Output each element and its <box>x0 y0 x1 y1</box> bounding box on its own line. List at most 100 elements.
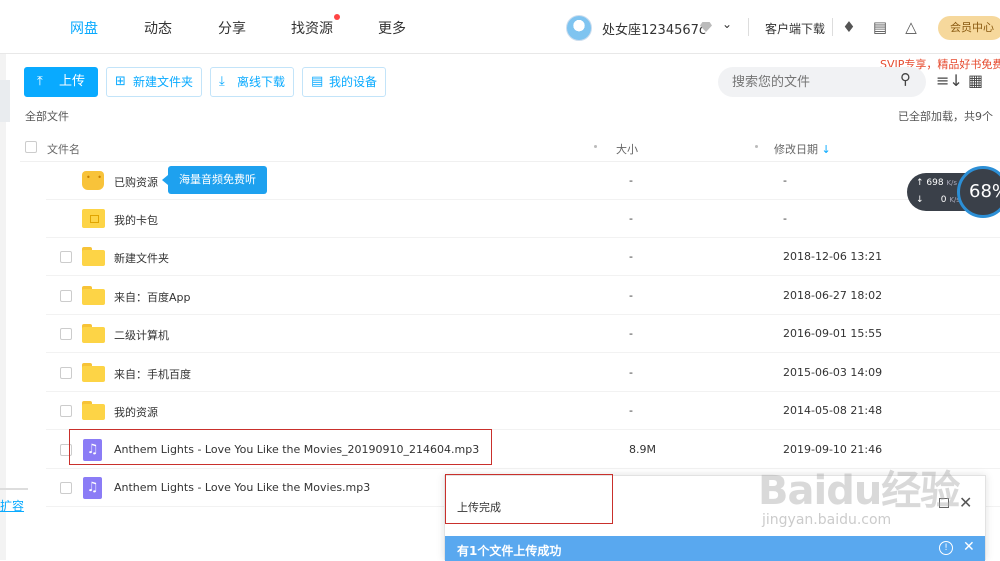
close-icon[interactable]: ✕ <box>963 539 975 555</box>
table-row[interactable]: 来自：手机百度 - 2015-06-03 14:09 <box>46 354 1000 392</box>
file-size: - <box>629 327 633 340</box>
new-folder-button[interactable]: ⊞ 新建文件夹 <box>106 67 202 97</box>
divider <box>832 18 833 36</box>
file-name[interactable]: 已购资源 <box>114 174 158 190</box>
highlight-box <box>69 429 492 465</box>
download-speed: ↓ 0 K/s <box>916 195 960 205</box>
file-name[interactable]: 二级计算机 <box>114 327 169 343</box>
row-checkbox[interactable] <box>60 328 72 340</box>
notification-dot <box>334 14 340 20</box>
top-nav-bar: 网盘 动态 分享 找资源 更多 处女座1234567c ⌄ 客户端下载 ♦ ▤ … <box>0 0 1000 54</box>
table-row[interactable]: 已购资源 海量音频免费听 - - <box>46 162 1000 200</box>
header-size[interactable]: 大小 <box>616 141 638 157</box>
sort-arrow-icon[interactable]: ↓ <box>822 143 831 156</box>
bag-icon <box>82 171 104 190</box>
offline-download-button[interactable]: ⤓ 离线下载 <box>210 67 294 97</box>
table-row[interactable]: 我的卡包 - - <box>46 200 1000 238</box>
header-filename[interactable]: 文件名 <box>47 141 80 157</box>
file-name[interactable]: 我的卡包 <box>114 212 158 228</box>
sort-icon[interactable]: ≡↓ <box>936 71 963 90</box>
nav-tab-share[interactable]: 分享 <box>218 18 246 38</box>
music-file-icon: ♫ <box>83 477 102 499</box>
file-name[interactable]: 我的资源 <box>114 404 158 420</box>
column-divider <box>755 145 758 148</box>
watermark: Baidu经验 <box>758 468 960 514</box>
card-pack-icon <box>82 209 105 228</box>
row-checkbox[interactable] <box>60 367 72 379</box>
shirt-icon[interactable]: △ <box>902 18 920 36</box>
table-row[interactable]: 新建文件夹 - 2018-12-06 13:21 <box>46 238 1000 276</box>
divider <box>0 488 28 490</box>
file-name[interactable]: 来自：手机百度 <box>114 366 191 382</box>
grid-view-icon[interactable]: ▦ <box>968 71 983 90</box>
username[interactable]: 处女座1234567c <box>602 19 706 38</box>
info-icon[interactable]: ! <box>939 541 953 555</box>
table-row[interactable]: 二级计算机 - 2016-09-01 15:55 <box>46 315 1000 353</box>
file-date: 2014-05-08 21:48 <box>783 404 883 417</box>
row-checkbox[interactable] <box>60 482 72 494</box>
my-devices-button[interactable]: ▤ 我的设备 <box>302 67 386 97</box>
search-icon[interactable]: ⚲ <box>900 70 911 88</box>
nav-tab-find-resources[interactable]: 找资源 <box>291 18 333 38</box>
file-date: 2016-09-01 15:55 <box>783 327 883 340</box>
folder-icon <box>82 247 105 266</box>
download-speed-value: 0 <box>940 195 947 205</box>
download-icon: ⤓ <box>219 74 225 89</box>
search-input[interactable] <box>718 67 926 97</box>
client-download-link[interactable]: 客户端下载 <box>765 20 825 37</box>
bell-icon[interactable]: ♦ <box>840 18 858 36</box>
row-checkbox[interactable] <box>60 405 72 417</box>
expand-storage-link[interactable]: 扩容 <box>0 497 24 514</box>
file-size: - <box>629 212 633 225</box>
watermark-subtitle: jingyan.baidu.com <box>762 512 892 528</box>
my-devices-label: 我的设备 <box>329 75 378 89</box>
table-row[interactable]: 来自：百度App - 2018-06-27 18:02 <box>46 277 1000 315</box>
column-divider <box>594 145 597 148</box>
nav-tab-activity[interactable]: 动态 <box>144 18 172 38</box>
upload-status-bar[interactable]: 有1个文件上传成功 ! ✕ <box>445 536 985 561</box>
upload-speed-value: 698 <box>926 178 944 188</box>
file-date: - <box>783 174 787 187</box>
memory-gauge[interactable]: 68% <box>957 166 1000 218</box>
header-modified-date[interactable]: 修改日期 ↓ <box>774 141 831 157</box>
close-icon[interactable]: ✕ <box>959 493 972 512</box>
clipboard-icon[interactable]: ▤ <box>871 18 889 36</box>
file-size: - <box>629 366 633 379</box>
offline-download-label: 离线下载 <box>237 75 286 89</box>
folder-icon <box>82 324 105 343</box>
upload-speed: ↑ 698 K/s <box>916 178 958 188</box>
file-name[interactable]: Anthem Lights - Love You Like the Movies… <box>114 481 370 494</box>
chevron-down-icon[interactable]: ⌄ <box>722 17 732 31</box>
folder-icon <box>82 286 105 305</box>
highlight-box <box>445 474 613 524</box>
file-name[interactable]: 新建文件夹 <box>114 250 169 266</box>
tooltip[interactable]: 海量音频免费听 <box>162 166 267 194</box>
new-folder-icon: ⊞ <box>115 74 126 89</box>
file-date: 2018-12-06 13:21 <box>783 250 883 263</box>
file-size: - <box>629 174 633 187</box>
upload-status-message: 有1个文件上传成功 <box>457 544 562 558</box>
sidebar <box>0 54 6 560</box>
upload-button[interactable]: ⤒ 上传 <box>24 67 98 97</box>
select-all-checkbox[interactable] <box>25 141 37 153</box>
file-name[interactable]: 来自：百度App <box>114 289 191 305</box>
divider <box>748 18 749 36</box>
file-size: - <box>629 404 633 417</box>
member-center-button[interactable]: 会员中心 <box>938 16 1000 40</box>
file-size: - <box>629 250 633 263</box>
row-checkbox[interactable] <box>60 251 72 263</box>
nav-tab-more[interactable]: 更多 <box>378 18 406 38</box>
upload-speed-unit: K/s <box>946 179 958 187</box>
breadcrumb[interactable]: 全部文件 <box>25 108 69 124</box>
table-header: 文件名 大小 修改日期 ↓ <box>20 132 1000 162</box>
row-checkbox[interactable] <box>60 290 72 302</box>
avatar[interactable] <box>566 15 592 41</box>
file-date: 2015-06-03 14:09 <box>783 366 883 379</box>
loaded-count: 已全部加载，共9个 <box>898 110 993 123</box>
device-icon: ▤ <box>311 74 324 89</box>
file-date: - <box>783 212 787 225</box>
folder-icon <box>82 363 105 382</box>
table-row[interactable]: 我的资源 - 2014-05-08 21:48 <box>46 392 1000 430</box>
nav-tab-netdisk[interactable]: 网盘 <box>70 18 98 38</box>
sidebar-item[interactable] <box>0 80 10 122</box>
